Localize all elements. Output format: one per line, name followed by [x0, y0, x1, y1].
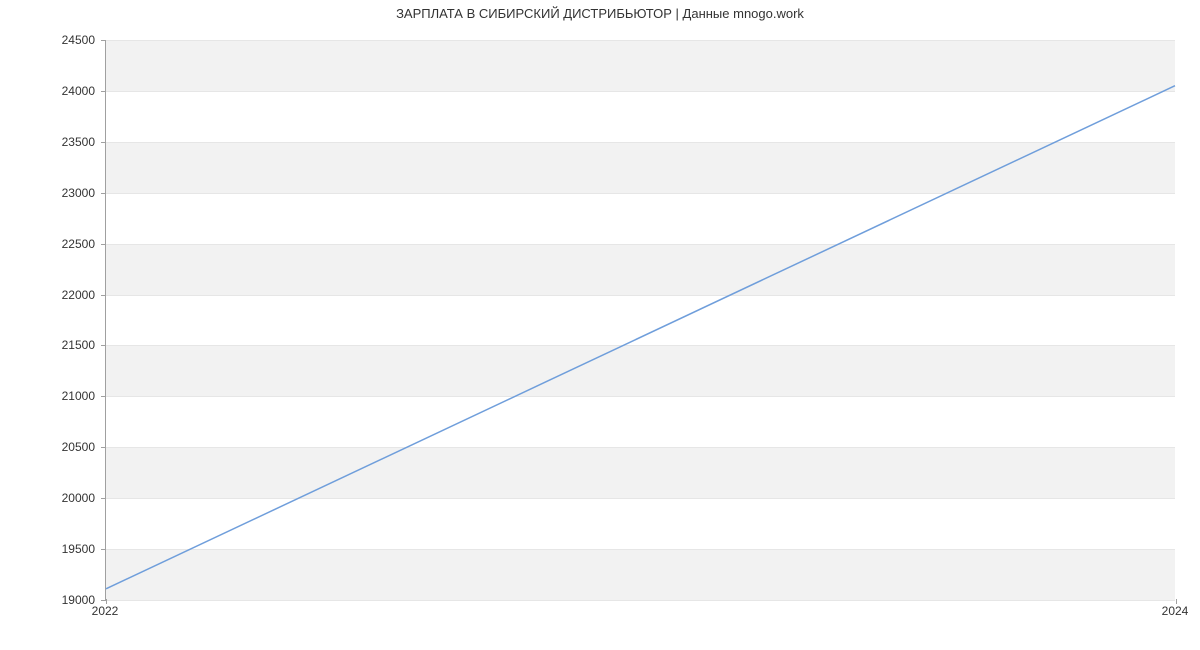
y-tick-label: 22000 — [62, 288, 95, 302]
y-tick — [101, 244, 106, 245]
y-tick-label: 24500 — [62, 33, 95, 47]
x-tick-label: 2022 — [92, 604, 119, 618]
y-tick — [101, 498, 106, 499]
line-series — [106, 40, 1175, 599]
y-tick-label: 19000 — [62, 593, 95, 607]
y-tick — [101, 345, 106, 346]
y-tick-label: 20000 — [62, 491, 95, 505]
y-tick-label: 20500 — [62, 440, 95, 454]
y-tick — [101, 193, 106, 194]
y-tick — [101, 40, 106, 41]
chart-title: ЗАРПЛАТА В СИБИРСКИЙ ДИСТРИБЬЮТОР | Данн… — [0, 6, 1200, 21]
y-tick-label: 23000 — [62, 186, 95, 200]
y-tick-label: 19500 — [62, 542, 95, 556]
y-tick — [101, 447, 106, 448]
y-tick — [101, 295, 106, 296]
y-tick — [101, 142, 106, 143]
y-tick — [101, 396, 106, 397]
data-line — [106, 86, 1175, 589]
x-tick-label: 2024 — [1162, 604, 1189, 618]
y-tick-label: 23500 — [62, 135, 95, 149]
y-tick-label: 21500 — [62, 338, 95, 352]
gridline — [106, 600, 1175, 601]
chart-container: ЗАРПЛАТА В СИБИРСКИЙ ДИСТРИБЬЮТОР | Данн… — [0, 0, 1200, 650]
y-tick — [101, 91, 106, 92]
y-tick-label: 21000 — [62, 389, 95, 403]
y-tick-label: 22500 — [62, 237, 95, 251]
plot-area — [105, 40, 1175, 600]
y-tick-label: 24000 — [62, 84, 95, 98]
y-tick — [101, 549, 106, 550]
